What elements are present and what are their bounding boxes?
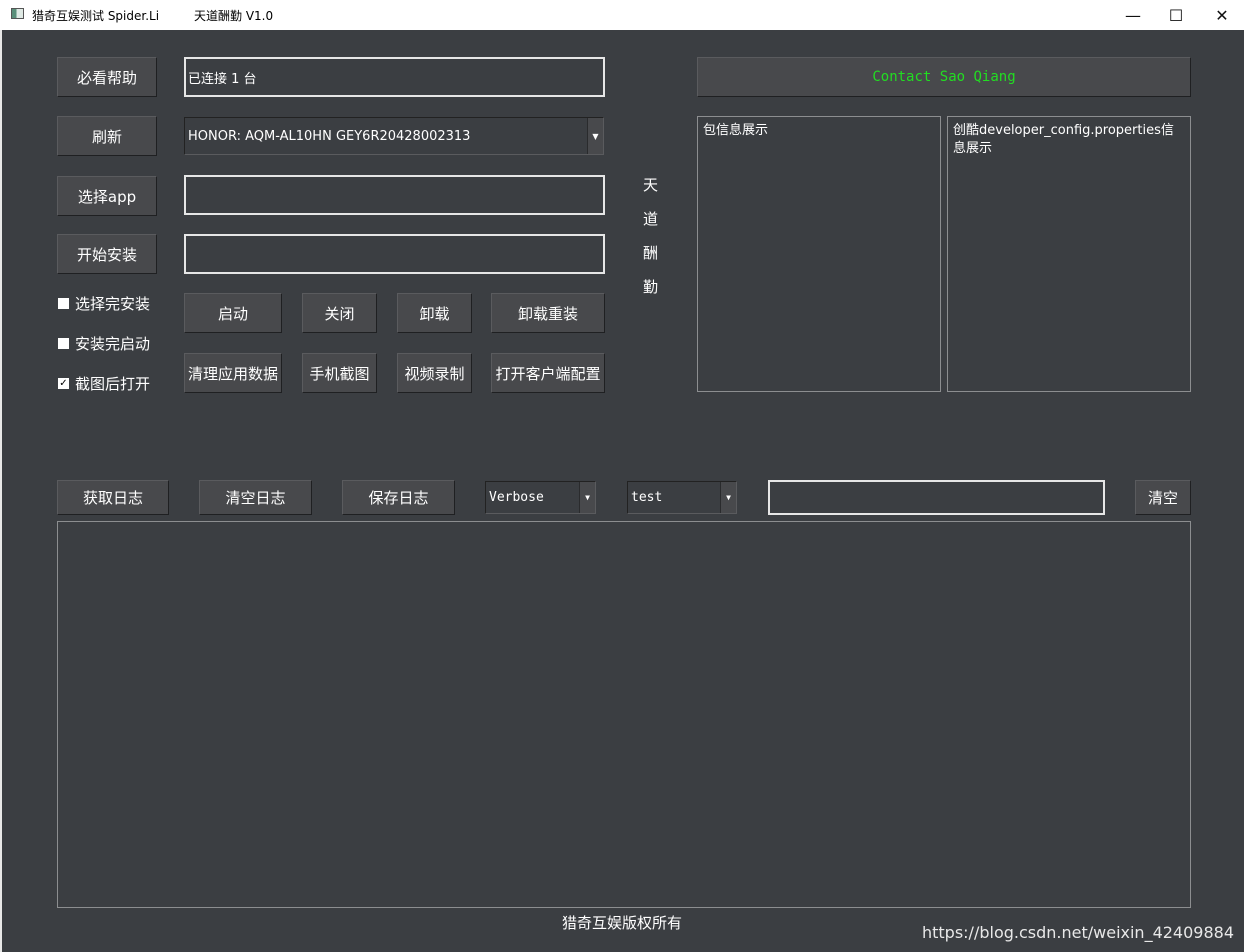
checkbox-label: 安装完启动 [75,335,151,353]
close-app-button[interactable]: 关闭 [302,293,377,333]
window-title: 猎奇互娱测试 Spider.Li [32,9,160,23]
minimize-icon: — [1125,5,1141,25]
contact-button[interactable]: Contact Sao Qiang [697,57,1191,97]
connection-status-field[interactable]: 已连接 1 台 [184,57,605,97]
checkbox-label: 选择完安装 [75,295,151,313]
install-status-field[interactable] [184,234,605,274]
watermark: https://blog.csdn.net/weixin_42409884 [921,923,1234,942]
refresh-button[interactable]: 刷新 [57,116,157,156]
log-tag-value: test [631,490,663,505]
motto-char: 天 [643,176,659,194]
clear-filter-button[interactable]: 清空 [1135,480,1191,515]
open-after-screenshot-checkbox[interactable]: ✓ 截图后打开 [58,373,150,394]
launch-button[interactable]: 启动 [184,293,282,333]
screenshot-button[interactable]: 手机截图 [302,353,377,393]
maximize-icon: ☐ [1168,5,1184,25]
window-left-edge [0,30,2,952]
close-window-button[interactable]: ✕ [1199,0,1244,30]
checkbox-box[interactable] [58,298,69,309]
app-icon [11,8,24,19]
start-install-button[interactable]: 开始安装 [57,234,157,274]
vertical-motto: 天 道 酬 勤 [643,168,659,304]
device-select[interactable]: HONOR: AQM-AL10HN GEY6R20428002313 ▼ [184,117,604,155]
log-level-value: Verbose [489,490,544,505]
help-button[interactable]: 必看帮助 [57,57,157,97]
device-select-value: HONOR: AQM-AL10HN GEY6R20428002313 [188,128,471,144]
maximize-button[interactable]: ☐ [1153,0,1199,30]
clear-data-button[interactable]: 清理应用数据 [184,353,282,393]
developer-config-panel[interactable]: 创酷developer_config.properties信息展示 [947,116,1191,392]
log-output-area[interactable] [57,521,1191,908]
close-icon: ✕ [1215,5,1229,25]
record-video-button[interactable]: 视频录制 [397,353,472,393]
log-tag-select[interactable]: test ▼ [627,481,737,514]
launch-after-install-checkbox[interactable]: 安装完启动 [58,333,150,354]
checkmark-icon[interactable]: ✓ [58,378,69,389]
title-bar: 猎奇互娱测试 Spider.Li 天道酬勤 V1.0 — ☐ ✕ [0,0,1244,30]
app-path-field[interactable] [184,175,605,215]
chevron-down-icon[interactable]: ▼ [720,482,736,513]
motto-char: 道 [643,210,659,228]
uninstall-button[interactable]: 卸载 [397,293,472,333]
get-log-button[interactable]: 获取日志 [57,480,169,515]
clear-log-button[interactable]: 清空日志 [199,480,312,515]
chevron-down-icon[interactable]: ▼ [587,118,603,154]
minimize-button[interactable]: — [1110,0,1156,30]
open-config-button[interactable]: 打开客户端配置 [491,353,605,393]
save-log-button[interactable]: 保存日志 [342,480,455,515]
motto-char: 勤 [643,278,659,296]
checkbox-label: 截图后打开 [75,375,151,393]
package-info-text: 包信息展示 [703,123,769,138]
select-app-button[interactable]: 选择app [57,176,157,216]
log-level-select[interactable]: Verbose ▼ [485,481,596,514]
package-info-panel[interactable]: 包信息展示 [697,116,941,392]
motto-char: 酬 [643,244,659,262]
chevron-down-icon[interactable]: ▼ [579,482,595,513]
checkbox-box[interactable] [58,338,69,349]
developer-config-text: 创酷developer_config.properties信息展示 [953,123,1174,156]
log-filter-input[interactable] [768,480,1105,515]
window-version: 天道酬勤 V1.0 [194,9,274,23]
reinstall-button[interactable]: 卸载重装 [491,293,605,333]
install-after-select-checkbox[interactable]: 选择完安装 [58,293,150,314]
